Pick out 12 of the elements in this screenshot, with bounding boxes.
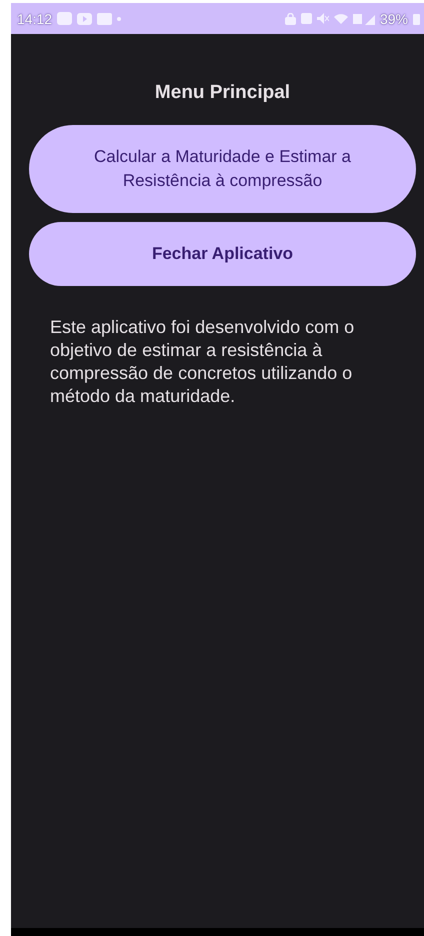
- battery-icon: [413, 12, 420, 24]
- close-app-button[interactable]: Fechar Aplicativo: [29, 222, 416, 286]
- wifi-icon: [334, 13, 348, 24]
- battery-percent: 39%: [380, 10, 408, 26]
- mute-icon: [316, 13, 329, 24]
- lock-icon: [284, 12, 296, 24]
- dot-icon: [117, 16, 122, 20]
- screen-title: Menu Principal: [154, 82, 292, 104]
- description-text: Este aplicativo foi desenvolvido com o objetivo de estimar a resistência à compressão de concretos utilizando o método da maturidade.: [50, 316, 356, 408]
- status-time: 14:12: [17, 10, 52, 26]
- calculate-button[interactable]: Calcular a Maturidade e Estimar a Resistência à compressão: [29, 125, 416, 213]
- play-icon: [77, 12, 92, 24]
